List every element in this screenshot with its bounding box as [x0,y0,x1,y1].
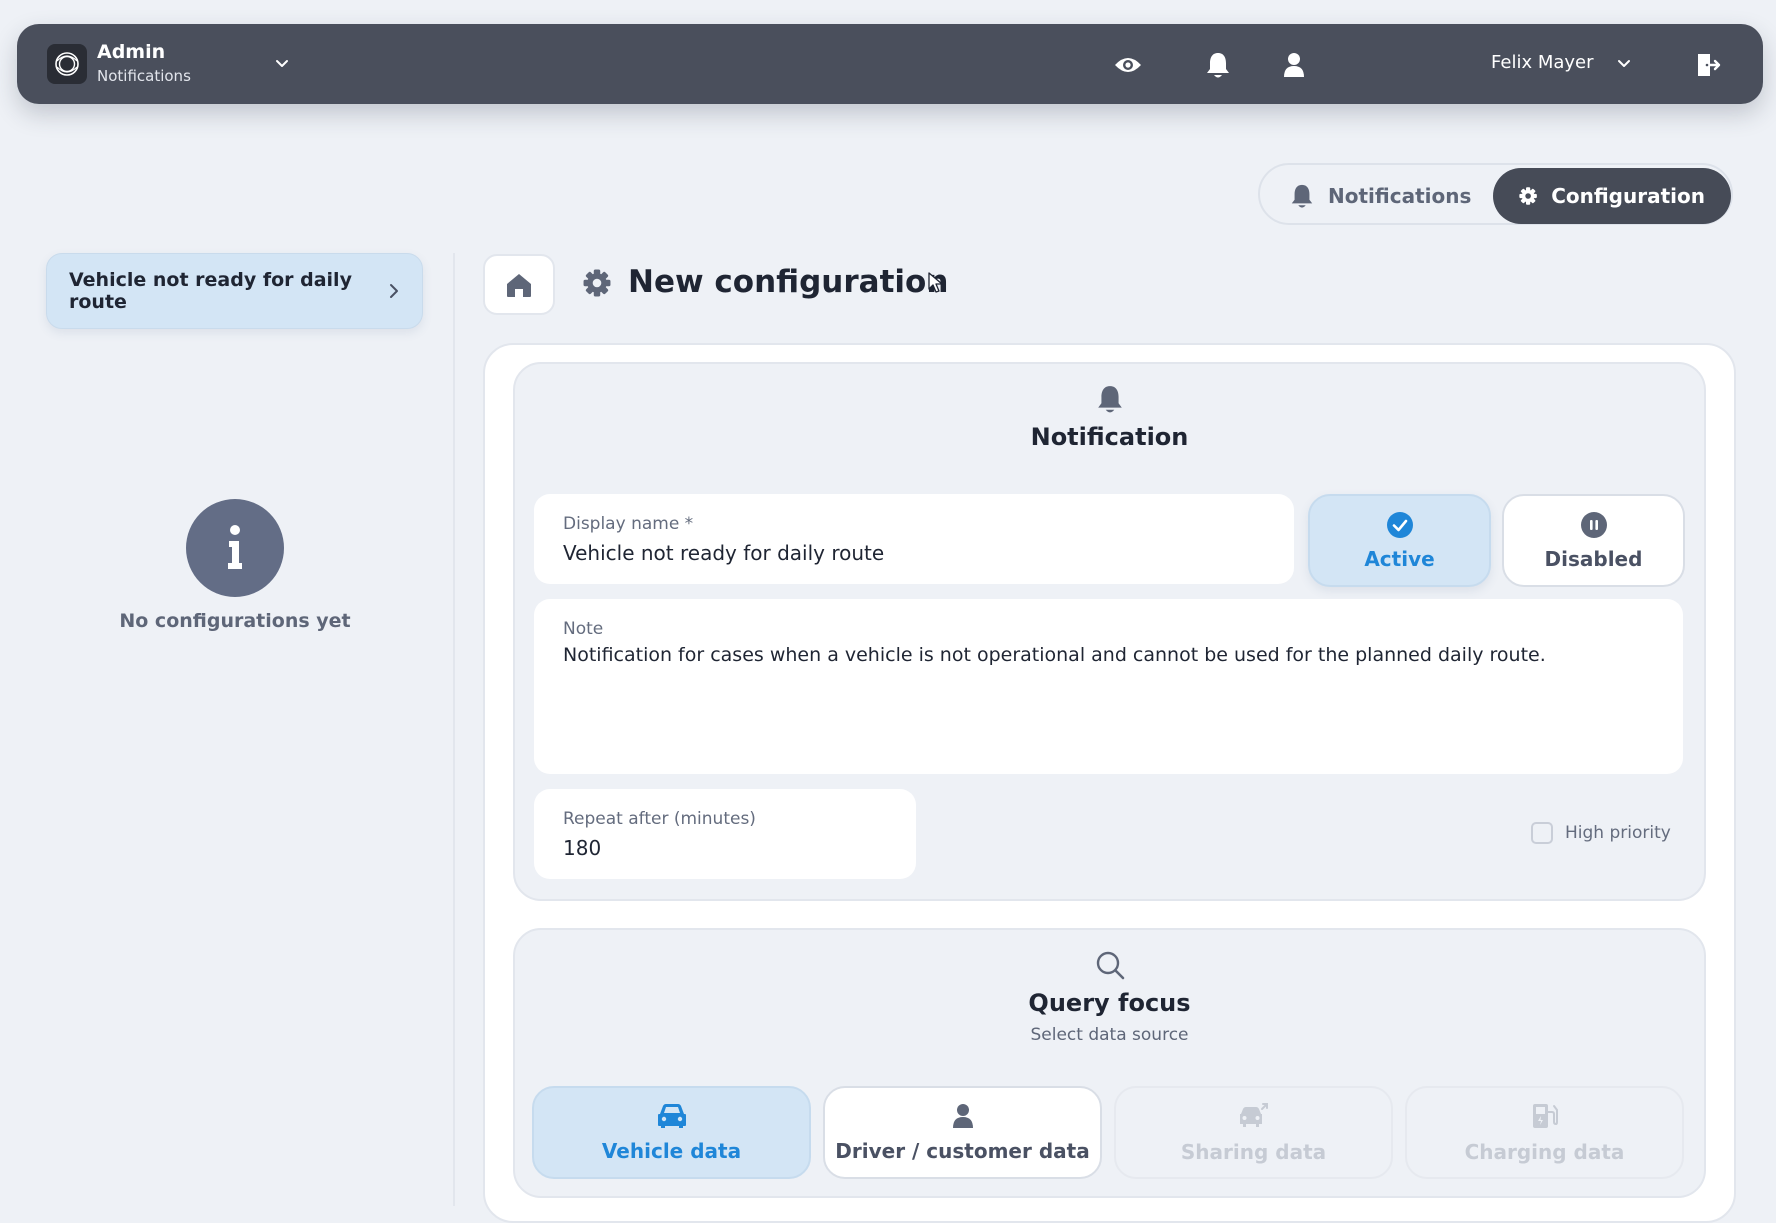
user-icon [952,1103,973,1128]
notifications-tab[interactable]: Notifications [1264,168,1497,224]
note-field[interactable]: Note Notification for cases when a vehic… [534,599,1683,774]
search-icon [1095,950,1125,984]
display-name-label: Display name * [563,514,694,534]
query-focus-title: Query focus [1028,989,1191,1017]
app-title: Admin [97,41,166,63]
home-icon [507,273,531,297]
app-subtitle: Notifications [97,67,191,85]
source-driver-customer-data-button[interactable]: Driver / customer data [823,1086,1102,1179]
bell-icon [1291,184,1313,208]
note-label: Note [563,619,604,639]
user-name[interactable]: Felix Mayer [1491,52,1594,73]
source-charging-data-button: Charging data [1405,1086,1684,1179]
source-charging-data-label: Charging data [1464,1139,1625,1164]
info-icon [186,499,284,597]
app-logo-icon[interactable] [47,44,87,84]
repeat-after-label: Repeat after (minutes) [563,809,756,829]
source-vehicle-data-button[interactable]: Vehicle data [532,1086,811,1179]
repeat-after-input[interactable]: 180 [563,836,601,860]
pause-circle-icon [1580,511,1607,538]
car-icon [657,1103,686,1128]
source-sharing-data-label: Sharing data [1180,1139,1327,1164]
notifications-tab-label: Notifications [1328,184,1472,208]
empty-state-text: No configurations yet [119,610,351,632]
panel-divider [453,253,455,1206]
display-name-input[interactable]: Vehicle not ready for daily route [563,541,884,565]
bell-icon[interactable] [1203,50,1233,80]
high-priority-label: High priority [1565,823,1671,843]
chevron-right-icon [388,282,400,305]
query-focus-subtitle: Select data source [1030,1025,1189,1045]
note-textarea[interactable]: Notification for cases when a vehicle is… [563,644,1546,666]
bell-icon [1097,384,1123,418]
status-disabled-label: Disabled [1544,546,1643,571]
car-share-icon [1239,1102,1268,1127]
top-navigation-bar: Admin Notifications Felix Mayer [17,24,1763,104]
eye-icon[interactable] [1113,50,1143,80]
display-name-field[interactable]: Display name * Vehicle not ready for dai… [534,494,1294,584]
source-driver-customer-data-label: Driver / customer data [835,1138,1090,1163]
check-circle-icon [1386,511,1413,538]
configuration-tab[interactable]: Configuration [1493,168,1731,224]
mouse-cursor-icon [928,272,944,298]
config-list-item[interactable]: Vehicle not ready for daily route [46,253,423,329]
status-active-button[interactable]: Active [1308,494,1491,587]
status-disabled-button[interactable]: Disabled [1502,494,1685,587]
view-mode-toggle: Notifications Configuration [1258,163,1733,225]
source-sharing-data-button: Sharing data [1114,1086,1393,1179]
user-icon[interactable] [1279,50,1309,80]
repeat-after-field[interactable]: Repeat after (minutes) 180 [534,789,916,879]
page-title: New configuration [628,264,949,300]
logout-icon[interactable] [1693,50,1723,80]
home-button[interactable] [483,254,555,315]
configuration-tab-label: Configuration [1551,184,1705,208]
user-menu-chevron-down-icon[interactable] [1615,54,1633,76]
charging-station-icon [1532,1103,1558,1128]
notification-section-title: Notification [1030,423,1189,451]
gear-icon [1519,187,1537,205]
source-vehicle-data-label: Vehicle data [601,1138,742,1163]
status-active-label: Active [1364,546,1435,571]
high-priority-option[interactable]: High priority [1531,822,1671,844]
config-list-item-label: Vehicle not ready for daily route [69,269,352,313]
app-switcher-chevron-down-icon[interactable] [273,54,291,76]
gear-icon [583,269,611,301]
high-priority-checkbox[interactable] [1531,822,1553,844]
